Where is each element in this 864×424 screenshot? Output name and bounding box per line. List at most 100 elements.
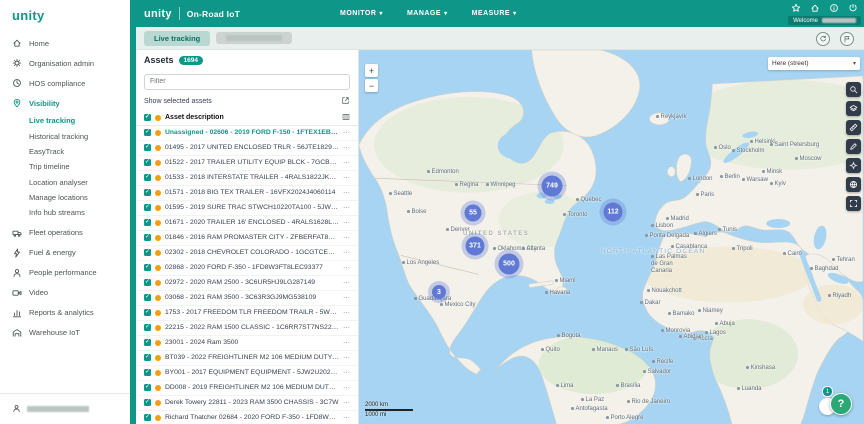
row-checkbox-checked[interactable]	[144, 369, 151, 376]
row-menu-button[interactable]	[343, 399, 350, 407]
sidebar-item-organisation-admin[interactable]: Organisation admin	[0, 53, 130, 73]
row-menu-button[interactable]	[343, 279, 350, 287]
sidebar-item-easytrack[interactable]: EasyTrack	[29, 144, 130, 159]
globe-button[interactable]	[846, 177, 861, 192]
tools-button[interactable]	[846, 158, 861, 173]
asset-row[interactable]: Unassigned - 02606 - 2019 FORD F-150 - 1…	[136, 126, 358, 141]
row-menu-button[interactable]	[343, 144, 350, 152]
asset-row[interactable]: DD008 - 2019 FREIGHTLINER M2 106 MEDIUM …	[136, 381, 358, 396]
asset-row[interactable]: 03068 - 2021 RAM 3500 - 3C63R3GJ9MG53810…	[136, 291, 358, 306]
asset-row[interactable]: 02302 - 2018 CHEVROLET COLORADO - 1GCGTC…	[136, 246, 358, 261]
cluster-marker[interactable]: 500	[498, 253, 520, 275]
sidebar-item-home[interactable]: Home	[0, 33, 130, 53]
asset-row[interactable]: 01533 - 2018 INTERSTATE TRAILER - 4RALS1…	[136, 171, 358, 186]
sidebar-item-fleet-operations[interactable]: Fleet operations	[0, 223, 130, 243]
row-menu-button[interactable]	[343, 294, 350, 302]
row-menu-button[interactable]	[343, 369, 350, 377]
row-checkbox-checked[interactable]	[144, 219, 151, 226]
basemap-selector[interactable]: Here (street)	[768, 57, 860, 70]
asset-row[interactable]: 02972 - 2020 RAM 2500 - 3C6UR5HJ9LG28714…	[136, 276, 358, 291]
power-icon[interactable]	[848, 3, 858, 13]
row-checkbox-checked[interactable]	[144, 399, 151, 406]
menu-measure[interactable]: MEASURE	[472, 10, 517, 17]
sidebar-item-visibility[interactable]: Visibility	[0, 93, 130, 113]
star-icon[interactable]	[791, 3, 801, 13]
measure-button[interactable]	[846, 120, 861, 135]
menu-monitor[interactable]: MONITOR	[340, 10, 383, 17]
sidebar-item-location-analyser[interactable]: Location analyser	[29, 175, 130, 190]
select-all-checkbox[interactable]	[144, 114, 151, 121]
asset-row[interactable]: 02868 - 2020 FORD F-350 - 1FD8W3FT8LEC93…	[136, 261, 358, 276]
row-menu-button[interactable]	[343, 354, 350, 362]
row-menu-button[interactable]	[343, 189, 350, 197]
home-icon[interactable]	[810, 3, 820, 13]
sidebar-item-live-tracking[interactable]: Live tracking	[29, 113, 130, 128]
asset-row[interactable]: 01595 - 2019 SURE TRAC STWCH10220TA100 -…	[136, 201, 358, 216]
asset-row[interactable]: 1753 - 2017 FREEDOM TLR FREEDOM TRAILR -…	[136, 306, 358, 321]
row-checkbox-checked[interactable]	[144, 189, 151, 196]
asset-row[interactable]: Richard Thatcher 02684 - 2020 FORD F-350…	[136, 411, 358, 424]
asset-row[interactable]: 01571 - 2018 BIG TEX TRAILER - 16VFX2024…	[136, 186, 358, 201]
tab-redacted[interactable]	[216, 32, 293, 44]
row-menu-button[interactable]	[343, 384, 350, 392]
row-checkbox-checked[interactable]	[144, 414, 151, 421]
row-menu-button[interactable]	[343, 249, 350, 257]
cluster-marker[interactable]: 55	[464, 204, 482, 222]
row-checkbox-checked[interactable]	[144, 324, 151, 331]
zoom-in-button[interactable]: +	[365, 64, 378, 77]
row-menu-button[interactable]	[343, 234, 350, 242]
row-checkbox-checked[interactable]	[144, 279, 151, 286]
row-checkbox-checked[interactable]	[144, 174, 151, 181]
asset-row[interactable]: 01522 - 2017 TRAILER UTILITY EQUIP BLCK …	[136, 156, 358, 171]
row-menu-button[interactable]	[343, 204, 350, 212]
row-checkbox-checked[interactable]	[144, 129, 151, 136]
flag-button[interactable]	[840, 32, 854, 46]
asset-row[interactable]: 01846 - 2016 RAM PROMASTER CITY - ZFBERF…	[136, 231, 358, 246]
sidebar-item-people-performance[interactable]: People performance	[0, 263, 130, 283]
sidebar-item-reports-analytics[interactable]: Reports & analytics	[0, 303, 130, 323]
row-menu-button[interactable]	[343, 159, 350, 167]
row-menu-button[interactable]	[343, 174, 350, 182]
row-checkbox-checked[interactable]	[144, 339, 151, 346]
row-checkbox-checked[interactable]	[144, 234, 151, 241]
cluster-marker[interactable]: 371	[465, 236, 485, 256]
row-menu-button[interactable]	[343, 414, 350, 422]
asset-row[interactable]: BT039 - 2022 FREIGHTLINER M2 106 MEDIUM …	[136, 351, 358, 366]
row-menu-button[interactable]	[343, 339, 350, 347]
row-checkbox-checked[interactable]	[144, 384, 151, 391]
asset-row[interactable]: 22215 - 2022 RAM 1500 CLASSIC - 1C6RR7ST…	[136, 321, 358, 336]
sidebar-item-video[interactable]: Video	[0, 283, 130, 303]
row-checkbox-checked[interactable]	[144, 249, 151, 256]
menu-manage[interactable]: MANAGE	[407, 10, 448, 17]
asset-row[interactable]: Derek Towery 22811 - 2023 RAM 3500 CHASS…	[136, 396, 358, 411]
sidebar-item-historical-tracking[interactable]: Historical tracking	[29, 128, 130, 143]
show-selected-assets-button[interactable]: Show selected assets	[144, 94, 350, 109]
cluster-marker[interactable]: 3	[432, 285, 446, 299]
cluster-marker[interactable]: 112	[603, 202, 623, 222]
sidebar-item-trip-timeline[interactable]: Trip timeline	[29, 159, 130, 174]
draw-button[interactable]	[846, 139, 861, 154]
row-checkbox-checked[interactable]	[144, 294, 151, 301]
row-checkbox-checked[interactable]	[144, 204, 151, 211]
asset-row[interactable]: 23001 - 2024 Ram 3500	[136, 336, 358, 351]
fullscreen-button[interactable]	[846, 196, 861, 211]
row-checkbox-checked[interactable]	[144, 309, 151, 316]
row-checkbox-checked[interactable]	[144, 354, 151, 361]
layers-button[interactable]	[846, 101, 861, 116]
row-checkbox-checked[interactable]	[144, 144, 151, 151]
row-menu-button[interactable]	[343, 219, 350, 227]
zoom-out-button[interactable]: −	[365, 79, 378, 92]
row-checkbox-checked[interactable]	[144, 264, 151, 271]
welcome-bar[interactable]: Welcome	[788, 16, 861, 25]
info-icon[interactable]	[829, 3, 839, 13]
row-menu-button[interactable]	[343, 264, 350, 272]
row-menu-button[interactable]	[343, 129, 350, 137]
sidebar-item-manage-locations[interactable]: Manage locations	[29, 190, 130, 205]
map-canvas[interactable]: Edmonton Regina Winnipeg Seattle Boise Denver…	[359, 50, 864, 424]
asset-row[interactable]: BY001 - 2017 EQUIPMENT EQUIPMENT - 5JW2U…	[136, 366, 358, 381]
sidebar-item-info-hub-streams[interactable]: Info hub streams	[29, 205, 130, 220]
cluster-marker[interactable]: 749	[541, 175, 563, 197]
sidebar-item-warehouse-iot[interactable]: Warehouse IoT	[0, 323, 130, 343]
sidebar-user[interactable]	[0, 393, 130, 424]
columns-icon[interactable]	[342, 113, 350, 123]
